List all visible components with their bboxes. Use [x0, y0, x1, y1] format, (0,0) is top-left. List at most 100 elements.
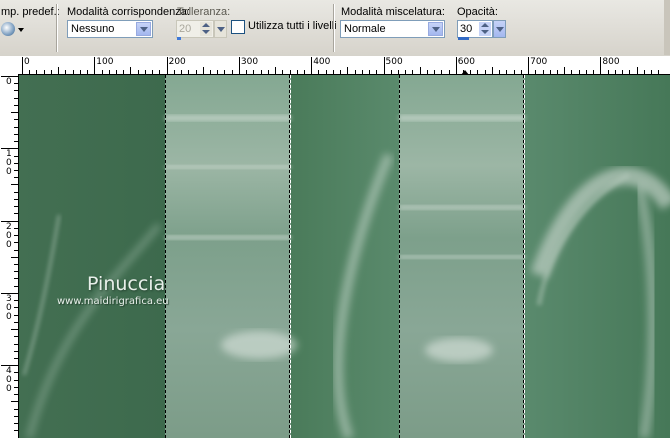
- ruler-label: 0: [6, 167, 12, 178]
- ruler-tick: [195, 70, 197, 74]
- ruler-tick: [296, 70, 298, 74]
- ruler-tick: [188, 70, 190, 74]
- horizontal-ruler[interactable]: 0 100 200 300 400 500 600 700 800: [0, 56, 670, 75]
- ruler-tick: [72, 70, 74, 74]
- opacity-stepper[interactable]: 30: [457, 20, 506, 38]
- selection-marquee[interactable]: [399, 75, 525, 438]
- ruler-tick: [224, 70, 226, 74]
- ruler-label: 400: [313, 57, 331, 67]
- ruler-tick: [499, 70, 501, 74]
- ruler-tick: [14, 104, 18, 106]
- ruler-label: 800: [602, 57, 620, 67]
- chevron-down-icon[interactable]: [18, 28, 24, 32]
- ruler-tick: [426, 70, 428, 74]
- ruler-tick: [14, 249, 18, 251]
- use-all-layers-checkbox[interactable]: [231, 20, 245, 34]
- ruler-tick: [14, 126, 18, 128]
- ruler-tick: [14, 336, 18, 338]
- ruler-tick: [87, 70, 89, 74]
- ruler-tick: [303, 70, 305, 74]
- ruler-label: 0: [24, 57, 30, 67]
- tolerance-label: Tolleranza:: [177, 6, 231, 18]
- ruler-label: 200: [168, 57, 186, 67]
- ruler-tick: [14, 191, 18, 193]
- spin-arrows-icon[interactable]: [200, 22, 212, 36]
- ruler-tick: [137, 70, 139, 74]
- toolbar-grip[interactable]: [664, 0, 670, 55]
- ruler-tick: [455, 57, 457, 74]
- ruler-tick: [14, 430, 18, 432]
- ruler-tick: [50, 70, 52, 74]
- ruler-tick: [585, 70, 587, 74]
- ruler-tick: [282, 70, 284, 74]
- ruler-tick: [535, 70, 537, 74]
- ruler-tick: [14, 271, 18, 273]
- ruler-tick: [14, 379, 18, 381]
- tolerance-stepper[interactable]: 20: [176, 20, 227, 38]
- match-mode-select[interactable]: Nessuno: [67, 20, 153, 38]
- ruler-tick: [390, 70, 392, 74]
- ruler-tick: [361, 70, 363, 74]
- ruler-tick: [513, 70, 515, 74]
- ruler-tick: [11, 329, 18, 331]
- ruler-tick: [14, 372, 18, 374]
- ruler-tick: [14, 278, 18, 280]
- ruler-tick: [369, 70, 371, 74]
- ruler-tick: [181, 70, 183, 74]
- tolerance-slider-fill[interactable]: [177, 37, 181, 40]
- ruler-tick: [14, 394, 18, 396]
- chevron-down-icon[interactable]: [214, 20, 227, 38]
- blend-mode-label: Modalità miscelatura:: [341, 6, 445, 18]
- ruler-label: 0: [6, 239, 12, 250]
- ruler-tick: [14, 213, 18, 215]
- ruler-tick: [14, 242, 18, 244]
- ruler-tick: [152, 70, 154, 74]
- ruler-tick: [477, 70, 479, 74]
- ruler-tick: [528, 57, 530, 74]
- ruler-tick: [253, 70, 255, 74]
- chevron-down-icon[interactable]: [493, 20, 506, 38]
- ruler-tick: [14, 321, 18, 323]
- ruler-tick: [36, 70, 38, 74]
- ruler-tick: [14, 177, 18, 179]
- preset-icon[interactable]: [1, 22, 15, 36]
- ruler-tick: [397, 70, 399, 74]
- chevron-down-icon[interactable]: [428, 22, 443, 36]
- ruler-tick: [115, 70, 117, 74]
- ruler-tick: [14, 263, 18, 265]
- ruler-tick: [14, 90, 18, 92]
- ruler-tick: [231, 70, 233, 74]
- image-canvas[interactable]: Pinuccia www.maidirigrafica.eu: [19, 75, 670, 438]
- ruler-tick: [448, 70, 450, 74]
- ruler-tick: [622, 70, 624, 74]
- opacity-slider-fill[interactable]: [458, 37, 469, 40]
- ruler-tick: [651, 70, 652, 74]
- ruler-tick: [101, 70, 103, 74]
- tolerance-value: 20: [179, 23, 192, 35]
- ruler-tick: [275, 67, 277, 74]
- ruler-tick: [600, 57, 602, 74]
- ruler-tick: [159, 70, 161, 74]
- ruler-tick: [14, 155, 18, 157]
- ruler-tick: [557, 70, 559, 74]
- ruler-tick: [354, 70, 356, 74]
- ruler-tick: [14, 357, 18, 359]
- selection-marquee[interactable]: [165, 75, 291, 438]
- blend-mode-select[interactable]: Normale: [340, 20, 445, 38]
- ruler-tick: [29, 70, 31, 74]
- tool-options-toolbar: mp. predef.: Modalità corrispondenza: Ne…: [0, 0, 670, 57]
- spin-arrows-icon[interactable]: [479, 22, 491, 36]
- ruler-tick: [94, 57, 96, 74]
- ruler-tick: [520, 70, 522, 74]
- chevron-down-icon[interactable]: [136, 22, 151, 36]
- match-mode-value: Nessuno: [71, 23, 115, 35]
- ruler-label: 0: [6, 77, 12, 87]
- ruler-label: 500: [385, 57, 403, 67]
- ruler-tick: [14, 386, 18, 388]
- ruler-tick: [506, 70, 508, 74]
- ruler-tick: [123, 70, 125, 74]
- ruler-tick: [643, 70, 645, 74]
- vertical-ruler[interactable]: 0100200300400: [0, 74, 19, 438]
- ruler-tick: [289, 70, 291, 74]
- ruler-label: 700: [530, 57, 548, 67]
